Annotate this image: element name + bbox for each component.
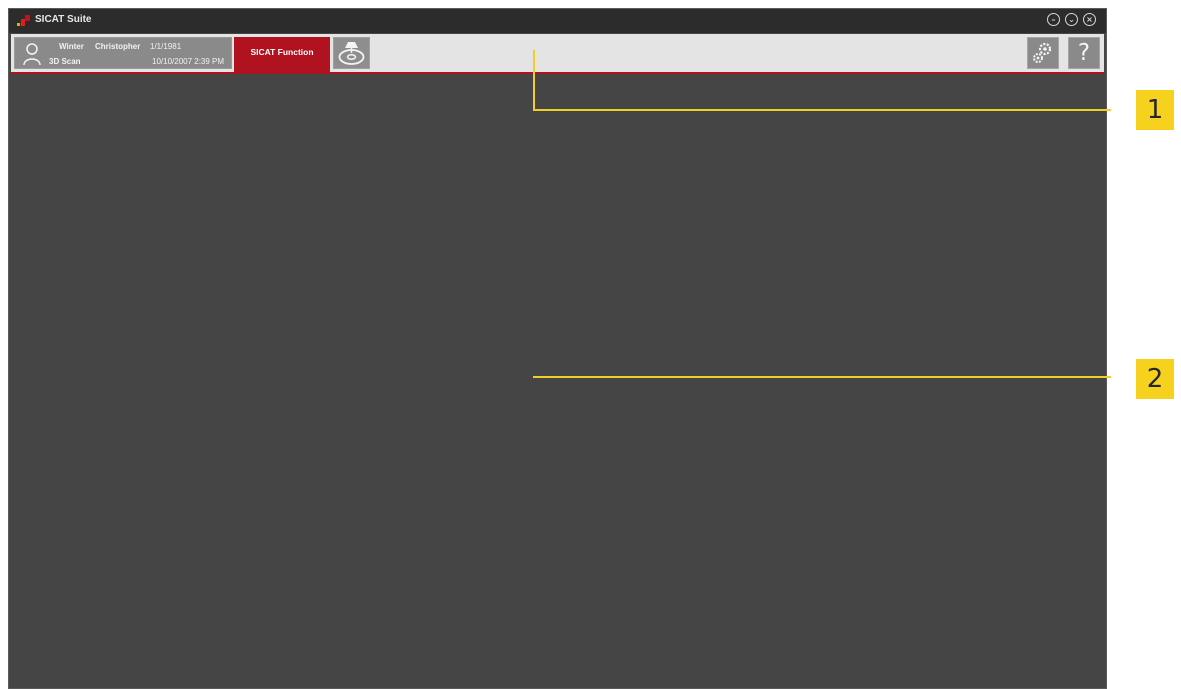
callout-2-line [533,376,1111,378]
tab-sicat-function[interactable]: SICAT Function [234,37,330,73]
main-workspace [9,74,1106,688]
callout-1-leader [533,50,535,110]
disc-icon [338,42,365,65]
disc-button[interactable] [333,37,370,69]
app-logo-icon [17,15,30,26]
patient-birth-date: 1/1/1981 [150,42,182,51]
patient-first-name: Christopher [95,42,141,51]
patient-icon [23,43,41,66]
window-controls: – ⌄ × [1047,13,1096,26]
settings-button[interactable] [1027,37,1059,69]
gears-icon [1033,42,1052,63]
title-bar: SICAT Suite – ⌄ × [9,9,1106,33]
restore-icon[interactable]: ⌄ [1065,13,1078,26]
minimize-icon[interactable]: – [1047,13,1060,26]
patient-info-panel[interactable]: Winter Christopher 1/1/1981 3D Scan 10/1… [14,37,232,69]
callout-1-badge: 1 [1136,90,1174,130]
scan-datetime: 10/10/2007 2:39 PM [152,57,225,66]
workspace-bar: Winter Christopher 1/1/1981 3D Scan 10/1… [11,34,1104,74]
scan-type: 3D Scan [49,57,81,66]
callout-1-line [533,109,1111,111]
help-button[interactable]: ? [1068,37,1100,69]
patient-last-name: Winter [59,42,84,51]
app-title: SICAT Suite [35,14,92,25]
callout-2-badge: 2 [1136,359,1174,399]
close-icon[interactable]: × [1083,13,1096,26]
